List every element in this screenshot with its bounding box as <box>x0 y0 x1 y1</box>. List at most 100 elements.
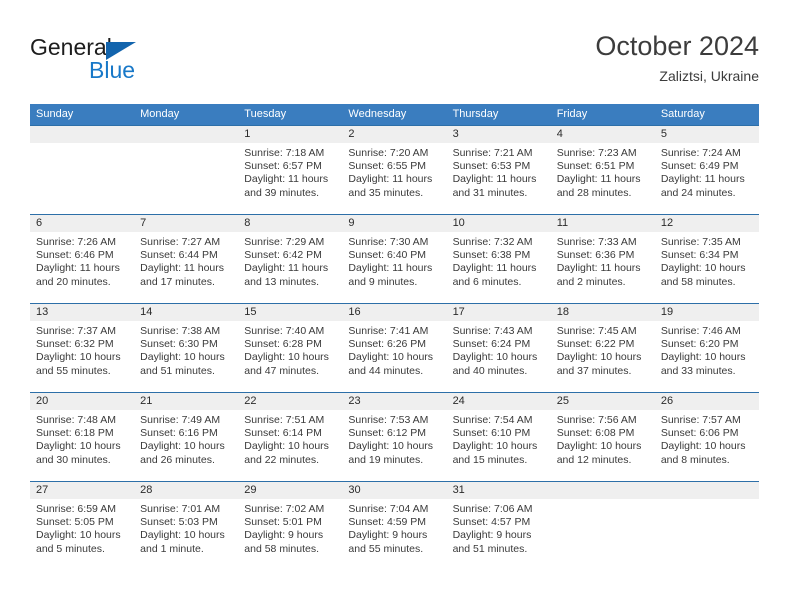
daylight-text: Daylight: 11 hours and 17 minutes. <box>140 262 224 288</box>
day-cell[interactable] <box>550 482 655 570</box>
day-cell[interactable]: 26 Sunrise: 7:57 AM Sunset: 6:06 PM Dayl… <box>654 393 759 481</box>
sunrise-text: Sunrise: 7:21 AM <box>452 147 533 159</box>
sunrise-text: Sunrise: 7:06 AM <box>452 503 533 515</box>
daylight-text: Daylight: 10 hours and 37 minutes. <box>556 351 642 377</box>
page-title: October 2024 <box>595 31 759 61</box>
sunset-text: Sunset: 6:26 PM <box>348 338 427 351</box>
day-info: Sunrise: 7:23 AM Sunset: 6:51 PM Dayligh… <box>551 143 655 200</box>
sunrise-text: Sunrise: 7:45 AM <box>556 325 637 337</box>
sunset-text: Sunset: 6:38 PM <box>452 249 531 262</box>
day-info: Sunrise: 7:02 AM Sunset: 5:01 PM Dayligh… <box>238 499 342 556</box>
day-number: 12 <box>654 215 759 232</box>
sunrise-text: Sunrise: 6:59 AM <box>36 503 116 515</box>
day-cell[interactable]: 27 Sunrise: 6:59 AM Sunset: 5:05 PM Dayl… <box>30 482 135 570</box>
day-cell[interactable]: 24 Sunrise: 7:54 AM Sunset: 6:10 PM Dayl… <box>446 393 551 481</box>
day-cell[interactable]: 17 Sunrise: 7:43 AM Sunset: 6:24 PM Dayl… <box>446 304 551 392</box>
day-cell[interactable] <box>134 126 239 214</box>
sunset-text: Sunset: 6:55 PM <box>348 160 427 173</box>
day-cell[interactable]: 29 Sunrise: 7:02 AM Sunset: 5:01 PM Dayl… <box>238 482 343 570</box>
day-cell[interactable]: 23 Sunrise: 7:53 AM Sunset: 6:12 PM Dayl… <box>342 393 447 481</box>
daylight-text: Daylight: 10 hours and 12 minutes. <box>556 440 642 466</box>
day-cell[interactable]: 11 Sunrise: 7:33 AM Sunset: 6:36 PM Dayl… <box>550 215 655 303</box>
sunset-text: Sunset: 6:34 PM <box>660 249 739 262</box>
day-number: 2 <box>342 126 447 143</box>
day-cell[interactable]: 21 Sunrise: 7:49 AM Sunset: 6:16 PM Dayl… <box>134 393 239 481</box>
sunrise-text: Sunrise: 7:23 AM <box>556 147 637 159</box>
day-number: 26 <box>654 393 759 410</box>
day-cell[interactable]: 30 Sunrise: 7:04 AM Sunset: 4:59 PM Dayl… <box>342 482 447 570</box>
day-info <box>30 143 134 147</box>
daylight-text: Daylight: 11 hours and 24 minutes. <box>660 173 745 199</box>
daylight-text: Daylight: 11 hours and 6 minutes. <box>452 262 537 288</box>
day-cell[interactable]: 5 Sunrise: 7:24 AM Sunset: 6:49 PM Dayli… <box>654 126 759 214</box>
sunrise-text: Sunrise: 7:18 AM <box>244 147 325 159</box>
day-cell[interactable]: 25 Sunrise: 7:56 AM Sunset: 6:08 PM Dayl… <box>550 393 655 481</box>
day-cell[interactable]: 7 Sunrise: 7:27 AM Sunset: 6:44 PM Dayli… <box>134 215 239 303</box>
sunset-text: Sunset: 6:40 PM <box>348 249 427 262</box>
sunrise-text: Sunrise: 7:04 AM <box>348 503 429 515</box>
sunset-text: Sunset: 6:10 PM <box>452 427 531 440</box>
weekday-header-monday: Monday <box>140 108 180 120</box>
daylight-text: Daylight: 10 hours and 30 minutes. <box>36 440 121 466</box>
sunrise-text: Sunrise: 7:20 AM <box>348 147 429 159</box>
daylight-text: Daylight: 11 hours and 28 minutes. <box>556 173 641 199</box>
day-cell[interactable] <box>30 126 135 214</box>
day-cell[interactable]: 12 Sunrise: 7:35 AM Sunset: 6:34 PM Dayl… <box>654 215 759 303</box>
sunset-text: Sunset: 5:01 PM <box>244 516 322 529</box>
day-number: 18 <box>550 304 655 321</box>
day-info: Sunrise: 7:41 AM Sunset: 6:26 PM Dayligh… <box>342 321 446 378</box>
day-cell[interactable]: 2 Sunrise: 7:20 AM Sunset: 6:55 PM Dayli… <box>342 126 447 214</box>
day-cell[interactable]: 28 Sunrise: 7:01 AM Sunset: 5:03 PM Dayl… <box>134 482 239 570</box>
day-cell[interactable]: 4 Sunrise: 7:23 AM Sunset: 6:51 PM Dayli… <box>550 126 655 214</box>
page-header: General Blue October 2024 Zaliztsi, Ukra… <box>30 30 759 96</box>
day-info: Sunrise: 7:30 AM Sunset: 6:40 PM Dayligh… <box>342 232 446 289</box>
day-number: 9 <box>342 215 447 232</box>
sunrise-text: Sunrise: 7:51 AM <box>244 414 325 426</box>
day-cell[interactable]: 20 Sunrise: 7:48 AM Sunset: 6:18 PM Dayl… <box>30 393 135 481</box>
sunset-text: Sunset: 6:30 PM <box>140 338 218 351</box>
daylight-text: Daylight: 10 hours and 19 minutes. <box>348 440 434 466</box>
day-info: Sunrise: 7:56 AM Sunset: 6:08 PM Dayligh… <box>551 410 655 467</box>
day-cell[interactable]: 31 Sunrise: 7:06 AM Sunset: 4:57 PM Dayl… <box>446 482 551 570</box>
day-cell[interactable]: 19 Sunrise: 7:46 AM Sunset: 6:20 PM Dayl… <box>654 304 759 392</box>
sunrise-text: Sunrise: 7:40 AM <box>244 325 325 337</box>
day-cell[interactable]: 1 Sunrise: 7:18 AM Sunset: 6:57 PM Dayli… <box>238 126 343 214</box>
weekday-header-tuesday: Tuesday <box>244 108 287 120</box>
sunrise-text: Sunrise: 7:57 AM <box>660 414 741 426</box>
day-cell[interactable]: 9 Sunrise: 7:30 AM Sunset: 6:40 PM Dayli… <box>342 215 447 303</box>
daylight-text: Daylight: 10 hours and 1 minute. <box>140 529 225 555</box>
day-info: Sunrise: 7:35 AM Sunset: 6:34 PM Dayligh… <box>655 232 759 289</box>
day-info: Sunrise: 6:59 AM Sunset: 5:05 PM Dayligh… <box>30 499 134 556</box>
daylight-text: Daylight: 10 hours and 51 minutes. <box>140 351 225 377</box>
sunset-text: Sunset: 6:57 PM <box>244 160 322 173</box>
day-info: Sunrise: 7:32 AM Sunset: 6:38 PM Dayligh… <box>447 232 551 289</box>
day-number: 6 <box>30 215 135 232</box>
weekday-header-row: Sunday Monday Tuesday Wednesday Thursday… <box>30 104 759 125</box>
brand-name-blue: Blue <box>89 57 136 83</box>
sunrise-text: Sunrise: 7:48 AM <box>36 414 116 426</box>
brand-logo[interactable]: General Blue <box>30 34 230 90</box>
daylight-text: Daylight: 11 hours and 9 minutes. <box>348 262 433 288</box>
day-cell[interactable]: 15 Sunrise: 7:40 AM Sunset: 6:28 PM Dayl… <box>238 304 343 392</box>
day-info: Sunrise: 7:40 AM Sunset: 6:28 PM Dayligh… <box>238 321 342 378</box>
day-cell[interactable]: 14 Sunrise: 7:38 AM Sunset: 6:30 PM Dayl… <box>134 304 239 392</box>
day-cell[interactable] <box>654 482 759 570</box>
day-info: Sunrise: 7:21 AM Sunset: 6:53 PM Dayligh… <box>447 143 551 200</box>
day-number: 5 <box>654 126 759 143</box>
day-cell[interactable]: 13 Sunrise: 7:37 AM Sunset: 6:32 PM Dayl… <box>30 304 135 392</box>
day-cell[interactable]: 10 Sunrise: 7:32 AM Sunset: 6:38 PM Dayl… <box>446 215 551 303</box>
day-info: Sunrise: 7:20 AM Sunset: 6:55 PM Dayligh… <box>342 143 446 200</box>
calendar-week-row: 1 Sunrise: 7:18 AM Sunset: 6:57 PM Dayli… <box>30 125 759 214</box>
day-cell[interactable]: 3 Sunrise: 7:21 AM Sunset: 6:53 PM Dayli… <box>446 126 551 214</box>
calendar-page: General Blue October 2024 Zaliztsi, Ukra… <box>0 0 792 612</box>
daylight-text: Daylight: 11 hours and 39 minutes. <box>244 173 329 199</box>
day-cell[interactable]: 6 Sunrise: 7:26 AM Sunset: 6:46 PM Dayli… <box>30 215 135 303</box>
daylight-text: Daylight: 10 hours and 26 minutes. <box>140 440 225 466</box>
day-cell[interactable]: 16 Sunrise: 7:41 AM Sunset: 6:26 PM Dayl… <box>342 304 447 392</box>
day-info: Sunrise: 7:06 AM Sunset: 4:57 PM Dayligh… <box>447 499 551 556</box>
day-cell[interactable]: 22 Sunrise: 7:51 AM Sunset: 6:14 PM Dayl… <box>238 393 343 481</box>
day-cell[interactable]: 8 Sunrise: 7:29 AM Sunset: 6:42 PM Dayli… <box>238 215 343 303</box>
day-number: 10 <box>446 215 551 232</box>
day-cell[interactable]: 18 Sunrise: 7:45 AM Sunset: 6:22 PM Dayl… <box>550 304 655 392</box>
day-info <box>655 499 759 503</box>
